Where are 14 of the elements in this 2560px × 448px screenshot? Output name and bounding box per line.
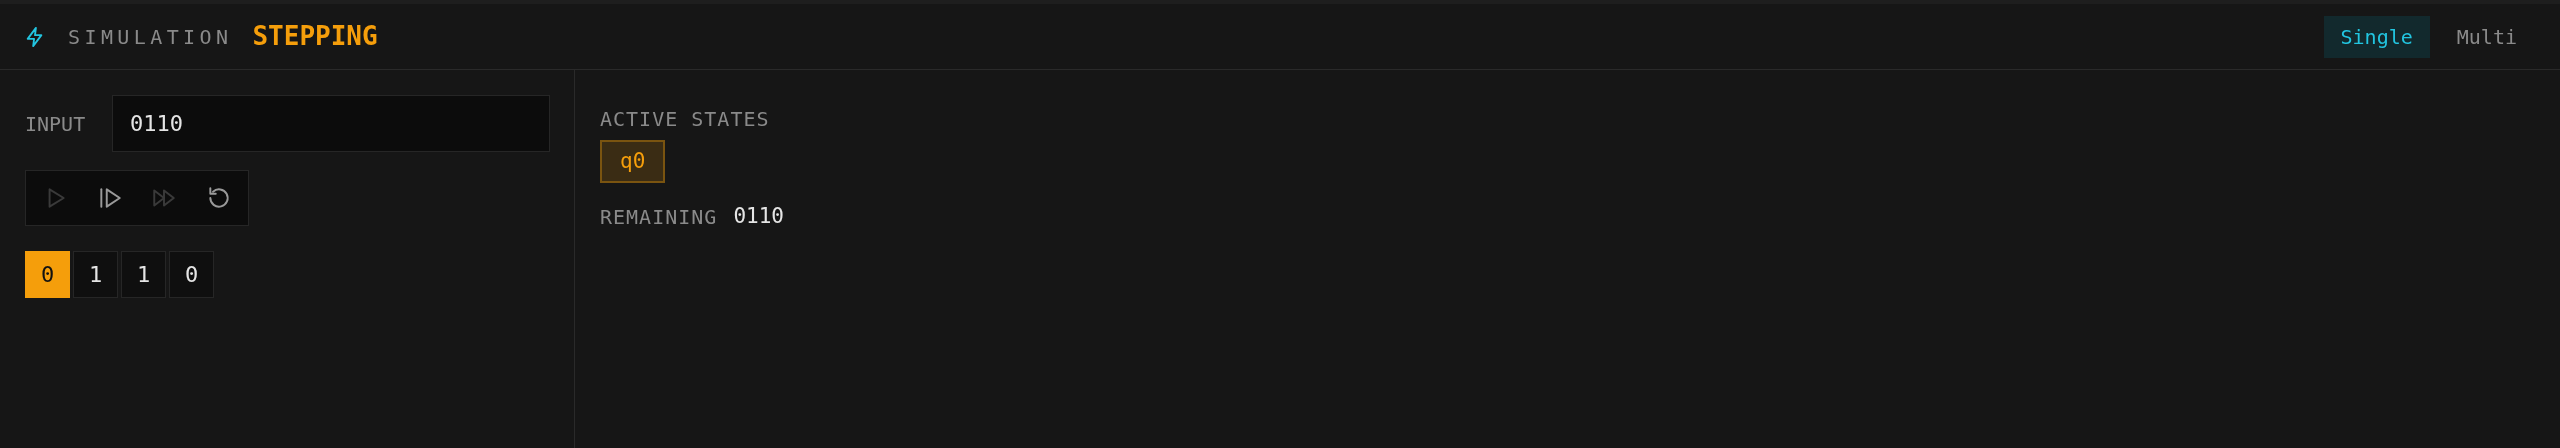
input-label: INPUT: [25, 110, 87, 138]
section-label: SIMULATION: [68, 23, 233, 51]
mode-tab[interactable]: Single: [2323, 15, 2430, 58]
section-label: ACTIVE STATES: [600, 106, 770, 133]
tape-cell: 1: [73, 251, 118, 298]
state-chip: q0: [600, 140, 666, 183]
remaining-label: REMAINING: [600, 203, 718, 231]
tape-cell: 0: [169, 251, 214, 298]
input-field[interactable]: 0110: [112, 95, 550, 152]
tape-cell: 1: [121, 251, 166, 298]
tape-cell: 0: [25, 251, 70, 298]
mode-tab[interactable]: Multi: [2439, 15, 2534, 58]
status-text: STEPPING: [252, 20, 378, 53]
remaining-value: 0110: [733, 203, 784, 230]
